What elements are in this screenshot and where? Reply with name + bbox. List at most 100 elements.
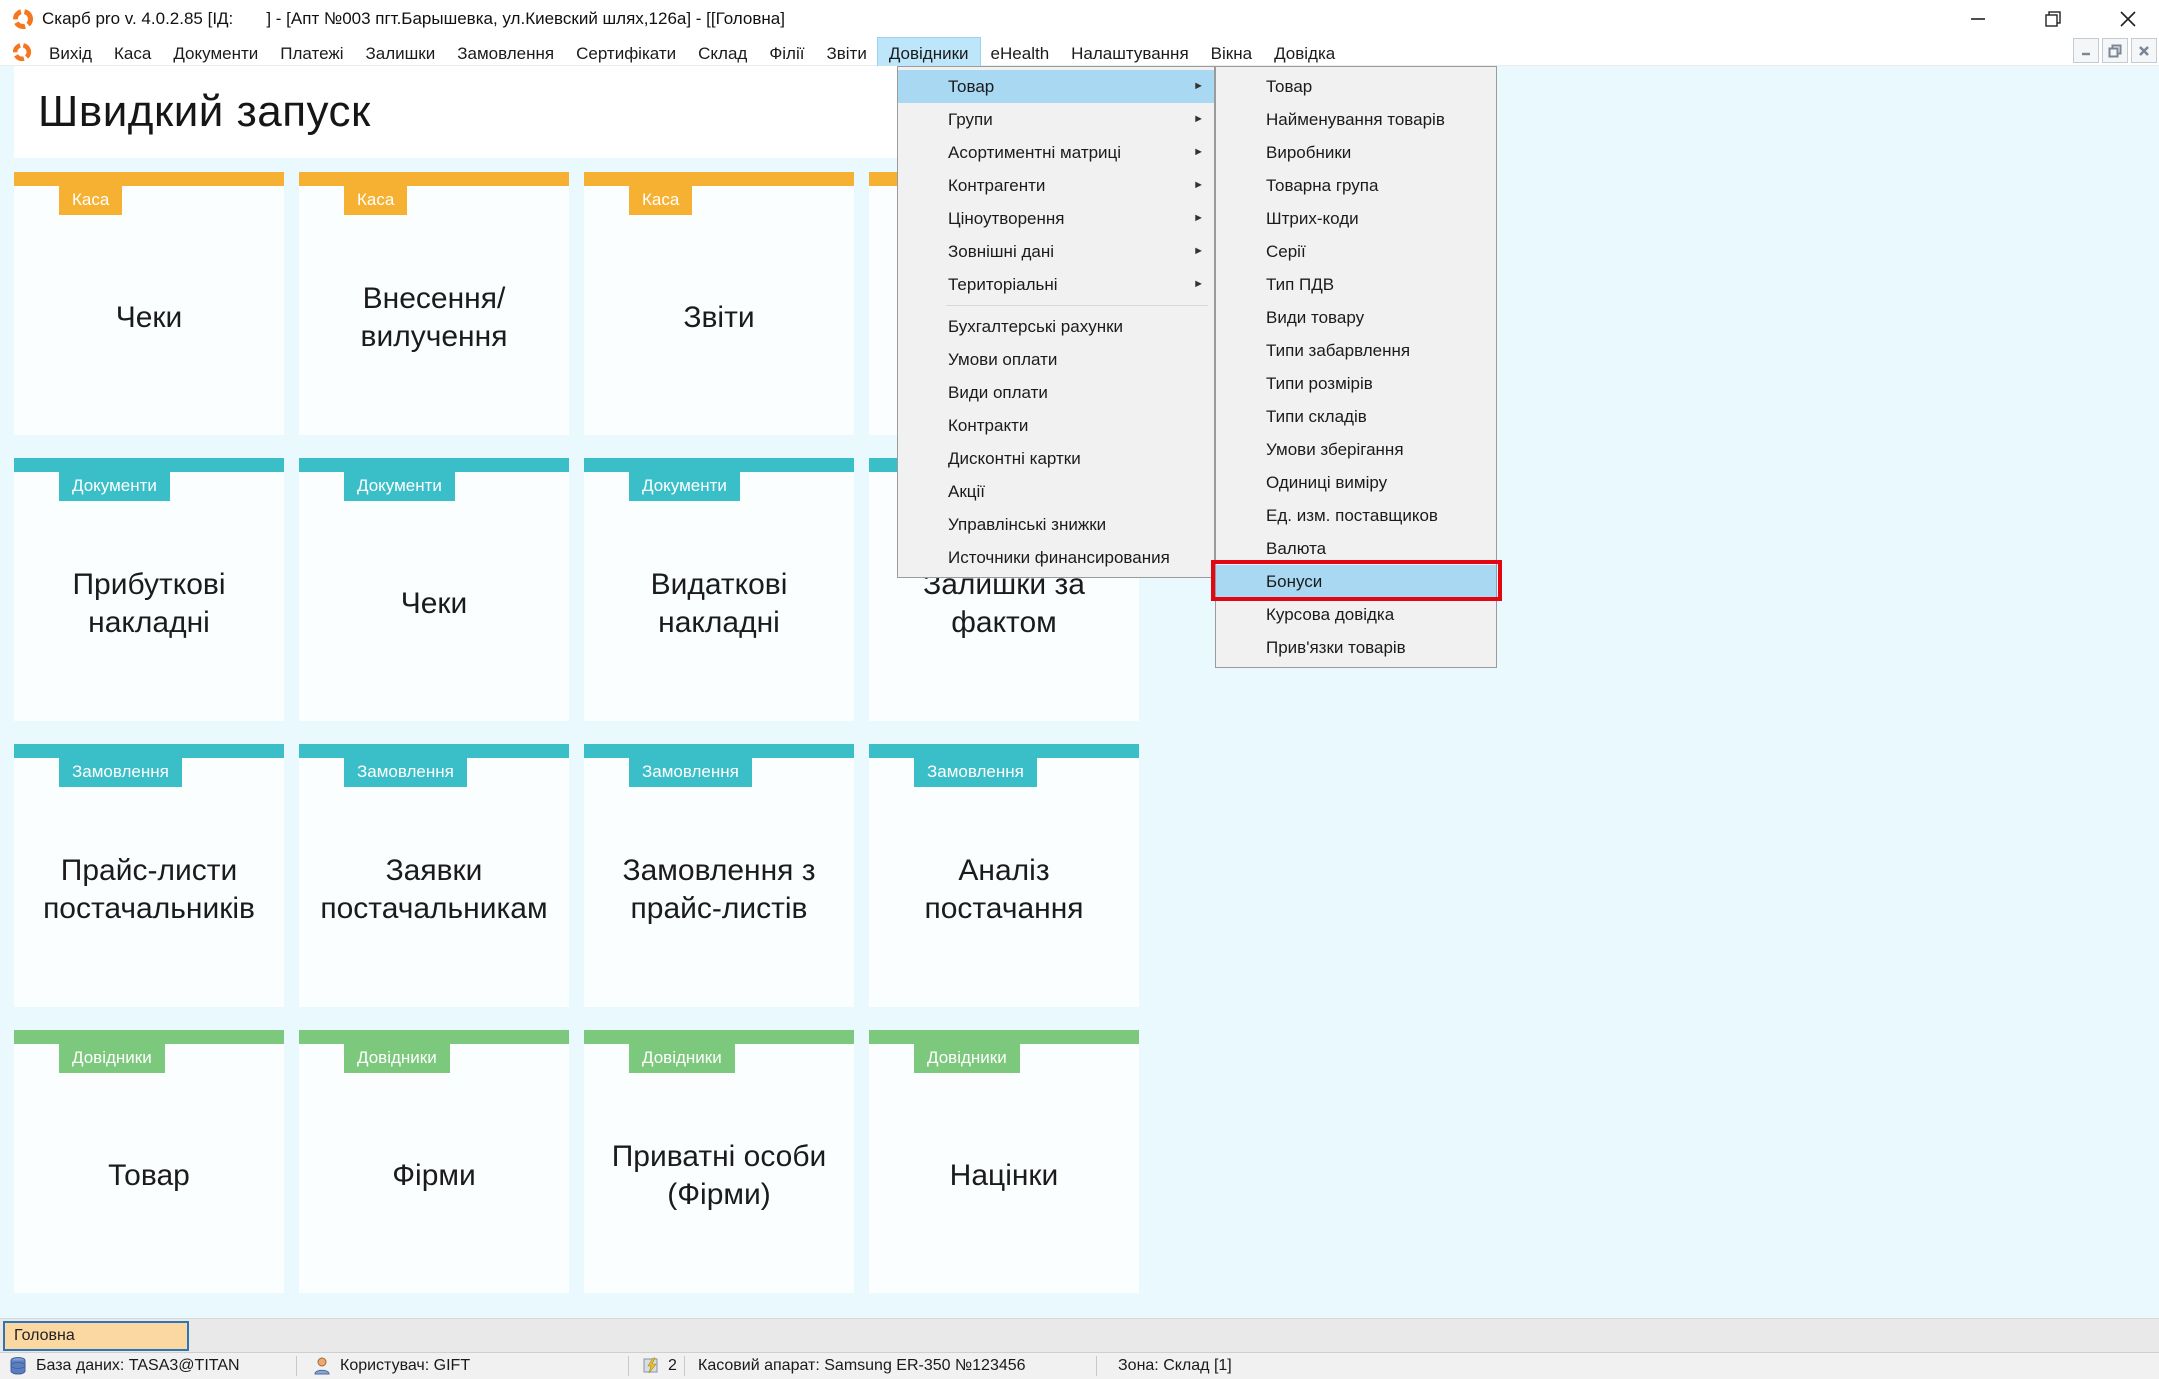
tile-category-tag: Замовлення [914,758,1037,788]
menubar-item[interactable]: Вихід [38,38,103,66]
menu-item-label: Види оплати [948,383,1048,402]
menu-item[interactable]: Види товару [1216,301,1496,334]
quick-launch-tile[interactable]: Довідники Фірми [299,1030,569,1293]
menu-item-label: Ед. изм. поставщиков [1266,506,1438,525]
tab-holovna[interactable]: Головна [3,1321,189,1351]
menu-item[interactable]: Бонуси [1216,565,1496,598]
app-logo-icon-small [12,42,32,62]
menubar-item[interactable]: Довідники [876,37,981,67]
application-window: Скарб pro v. 4.0.2.85 [ІД: ] - [Апт №003… [0,0,2159,1379]
quick-launch-tile[interactable]: Документи Видаткові накладні [584,458,854,721]
window-restore-button[interactable] [2022,0,2084,38]
menu-item[interactable]: Товар ► [898,70,1214,103]
menubar-item[interactable]: eHealth [980,38,1061,66]
menubar-item[interactable]: Довідка [1263,38,1346,66]
menu-item-label: Серії [1266,242,1306,261]
menu-item[interactable]: Прив'язки товарів [1216,631,1496,664]
tile-label: Націнки [949,1158,1059,1192]
quick-launch-tile[interactable]: Довідники Приватні особи (Фірми) [584,1030,854,1293]
quick-launch-tile[interactable]: Документи Чеки [299,458,569,721]
menu-item[interactable]: Групи ► [898,103,1214,136]
menu-item[interactable]: Бухгалтерські рахунки [898,310,1214,343]
menubar-item[interactable]: Сертифікати [565,38,687,66]
menubar-item[interactable]: Філії [758,38,815,66]
window-close-button[interactable] [2097,0,2159,38]
mdi-restore-button[interactable] [2102,38,2128,63]
mdi-close-button[interactable] [2131,38,2157,63]
dropdown-menu-dovidnyky: Товар ► Групи ► Асортиментні матриці ► Контраг… [897,66,1215,578]
menu-item[interactable]: Одиниці виміру [1216,466,1496,499]
mdi-minimize-button[interactable] [2073,38,2099,63]
quick-launch-tile[interactable]: Каса Звіти [584,172,854,435]
menu-item[interactable]: Ціноутворення ► [898,202,1214,235]
menu-item-label: Управлінські знижки [948,515,1107,534]
submenu-arrow-icon: ► [1193,212,1204,224]
menu-item[interactable]: Контрагенти ► [898,169,1214,202]
tile-label: Фірми [392,1158,476,1192]
menu-item[interactable]: Серії [1216,235,1496,268]
menu-item[interactable]: Типи розмірів [1216,367,1496,400]
tile-category-bar [584,172,854,186]
close-icon [2120,11,2136,27]
quick-launch-tile[interactable]: Замовлення Аналіз постачання [869,744,1139,1007]
quick-launch-tile[interactable]: Довідники Націнки [869,1030,1139,1293]
menu-item[interactable]: Зовнішні дані ► [898,235,1214,268]
quick-launch-tile[interactable]: Каса Внесення/вилучення [299,172,569,435]
menubar-item[interactable]: Замовлення [446,38,565,66]
quick-launch-tile[interactable]: Замовлення Прайс-листи постачальників [14,744,284,1007]
menu-item[interactable]: Валюта [1216,532,1496,565]
tile-category-tag: Каса [629,186,693,216]
tile-category-tag: Каса [59,186,123,216]
tile-category-bar [584,1030,854,1044]
tile-category-tag: Документи [344,472,455,502]
status-bar: База даних: TASA3@TITAN Користувач: GIFT… [0,1352,2159,1379]
tile-category-bar [14,744,284,758]
menu-item[interactable]: Дисконтні картки [898,442,1214,475]
menubar-item[interactable]: Платежі [269,38,354,66]
menu-item[interactable]: Найменування товарів [1216,103,1496,136]
menubar-item[interactable]: Залишки [355,38,447,66]
tile-label: Аналіз постачання [924,854,1084,925]
menu-item[interactable]: Типи забарвлення [1216,334,1496,367]
menubar-item[interactable]: Каса [103,38,162,66]
page-tab-row: Головна [0,1318,2159,1352]
menu-item[interactable]: Види оплати [898,376,1214,409]
menu-item[interactable]: Штрих-коди [1216,202,1496,235]
menubar-item[interactable]: Налаштування [1060,38,1200,66]
menu-item[interactable]: Курсова довідка [1216,598,1496,631]
menu-item[interactable]: Асортиментні матриці ► [898,136,1214,169]
menu-item[interactable]: Контракти [898,409,1214,442]
menubar-item[interactable]: Склад [687,38,758,66]
submenu-arrow-icon: ► [1193,179,1204,191]
menu-item[interactable]: Товар [1216,70,1496,103]
menubar-item[interactable]: Вікна [1200,38,1263,66]
menubar-item[interactable]: Документи [162,38,269,66]
menu-item-label: Типи складів [1266,407,1367,426]
menu-item[interactable]: Виробники [1216,136,1496,169]
menu-item[interactable]: Товарна група [1216,169,1496,202]
tile-category-tag: Замовлення [344,758,467,788]
menu-item[interactable]: Источники финансирования [898,541,1214,574]
quick-launch-tile[interactable]: Замовлення Заявки постачальникам [299,744,569,1007]
menu-item[interactable]: Ед. изм. поставщиков [1216,499,1496,532]
connections-icon [643,1357,658,1374]
menu-item[interactable]: Тип ПДВ [1216,268,1496,301]
menu-item[interactable]: Умови зберігання [1216,433,1496,466]
window-minimize-button[interactable] [1947,0,2009,38]
tile-category-bar [869,744,1139,758]
statusbar-zone: Зона: Склад [1] [1118,1357,1232,1374]
quick-launch-tile[interactable]: Довідники Товар [14,1030,284,1293]
quick-launch-tile[interactable]: Замовлення Замовлення з прайс-листів [584,744,854,1007]
menu-item[interactable]: Акції [898,475,1214,508]
quick-launch-tile[interactable]: Документи Прибуткові накладні [14,458,284,721]
menu-item[interactable]: Типи складів [1216,400,1496,433]
menu-item[interactable]: Територіальні ► [898,268,1214,301]
mdi-restore-icon [2108,44,2122,57]
menu-item[interactable]: Управлінські знижки [898,508,1214,541]
tile-category-bar [299,172,569,186]
menubar-item[interactable]: Звіти [815,38,877,66]
quick-launch-tile[interactable]: Каса Чеки [14,172,284,435]
tile-label: Прибуткові накладні [72,568,226,639]
menu-item[interactable]: Умови оплати [898,343,1214,376]
menu-item-label: Найменування товарів [1266,110,1445,129]
